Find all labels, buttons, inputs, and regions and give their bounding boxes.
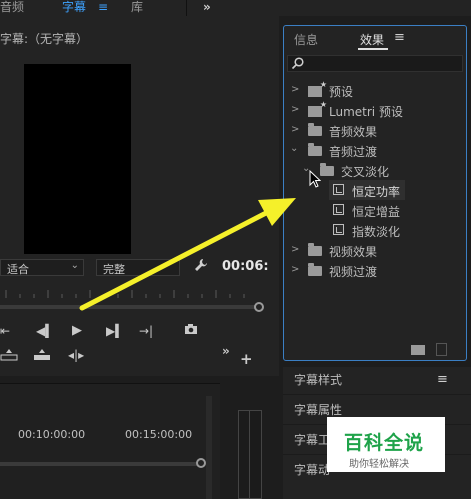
tab-info[interactable]: 信息 — [294, 31, 318, 48]
effects-panel-menu-icon[interactable]: ≡ — [394, 30, 405, 45]
playback-resolution-dropdown[interactable]: 完整 — [96, 259, 180, 276]
new-bin-icon[interactable] — [411, 345, 425, 355]
tree-item-exponential-fade[interactable]: 指数淡化 — [352, 223, 400, 243]
tree-item-video-effects[interactable]: 视频效果 — [329, 243, 377, 263]
wrench-icon[interactable] — [194, 258, 208, 276]
active-tab-indicator — [358, 48, 388, 50]
tree-item-crossfade[interactable]: 交叉淡化 — [341, 163, 389, 183]
folder-icon — [308, 123, 322, 136]
watermark-title: 百科全说 — [344, 432, 425, 454]
tree-item-lumetri-presets[interactable]: Lumetri 预设 — [329, 103, 403, 123]
mouse-cursor-icon — [309, 170, 321, 188]
add-button-icon[interactable]: + — [240, 350, 253, 368]
export-frame-icon[interactable] — [184, 323, 198, 338]
tree-item-constant-power[interactable]: 恒定功率 — [352, 183, 400, 203]
folder-icon — [308, 243, 322, 256]
step-back-icon[interactable]: ◀▍ — [36, 324, 54, 338]
tab-divider — [186, 0, 187, 16]
tree-item-presets[interactable]: 预设 — [329, 83, 353, 103]
zoom-fit-value: 适合 — [7, 263, 29, 276]
trash-icon[interactable] — [436, 343, 447, 356]
preset-folder-icon — [308, 100, 327, 117]
timeline-scrollbar-handle[interactable] — [196, 458, 206, 468]
compare-view-icon[interactable]: ◂|▸ — [68, 348, 84, 362]
tab-effects[interactable]: 效果 — [360, 31, 384, 48]
captions-tab-menu-icon[interactable]: ≡ — [98, 0, 108, 14]
step-forward-icon[interactable]: ▶▍ — [106, 324, 124, 338]
audio-meter-divider — [249, 410, 250, 499]
folder-icon — [320, 163, 334, 176]
folder-icon — [308, 263, 322, 276]
extract-icon[interactable] — [33, 349, 51, 364]
audio-transition-icon — [333, 184, 344, 195]
go-to-in-icon[interactable]: ⇤ — [0, 324, 10, 338]
chevron-down-icon[interactable]: ⌄ — [290, 143, 298, 154]
video-preview — [24, 64, 131, 254]
chevron-right-icon[interactable]: > — [291, 104, 299, 115]
search-icon — [291, 56, 305, 70]
tree-item-audio-effects[interactable]: 音频效果 — [329, 123, 377, 143]
caption-track-label: 字幕:（无字幕） — [0, 32, 89, 46]
panel-tab-bar: 音频 字幕 ≡ 库 » — [0, 0, 471, 16]
timeline-panel — [0, 383, 220, 499]
divider — [283, 394, 471, 395]
audio-transition-icon — [333, 204, 344, 215]
lift-icon[interactable] — [0, 349, 18, 364]
chevron-right-icon[interactable]: > — [291, 84, 299, 95]
tree-item-audio-transitions[interactable]: 音频过渡 — [329, 143, 377, 163]
timeline-ruler-label: 00:10:00:00 — [18, 428, 86, 441]
monitor-scrollbar[interactable] — [0, 305, 258, 309]
more-controls-icon[interactable]: » — [222, 344, 230, 358]
chevron-right-icon[interactable]: > — [291, 244, 299, 255]
tab-audio[interactable]: 音频 — [0, 0, 24, 14]
caption-properties-header[interactable]: 字幕属性 — [294, 401, 342, 418]
timeline-ruler-label: 00:15:00:00 — [125, 428, 193, 441]
monitor-time-ruler — [5, 290, 245, 298]
go-to-out-icon[interactable]: →| — [139, 324, 153, 338]
play-icon[interactable]: ▶ — [72, 323, 82, 338]
playback-resolution-value: 完整 — [103, 263, 125, 276]
caption-tools-header[interactable]: 字幕工 — [294, 431, 330, 448]
more-tabs-icon[interactable]: » — [203, 0, 211, 14]
chevron-right-icon[interactable]: > — [291, 264, 299, 275]
folder-icon — [308, 143, 322, 156]
monitor-scrollbar-handle[interactable] — [254, 302, 264, 312]
caption-style-header[interactable]: 字幕样式 — [294, 371, 342, 388]
tree-item-video-transitions[interactable]: 视频过渡 — [329, 263, 377, 283]
effects-search-input[interactable] — [287, 55, 463, 72]
zoom-fit-dropdown[interactable]: 适合 ⌄ — [0, 259, 84, 276]
chevron-down-icon: ⌄ — [70, 260, 79, 271]
audio-meter — [238, 410, 262, 499]
tab-library[interactable]: 库 — [131, 0, 143, 14]
audio-transition-icon — [333, 224, 344, 235]
timeline-vertical-scrollbar[interactable] — [206, 396, 212, 499]
tab-captions[interactable]: 字幕 — [62, 0, 86, 14]
chevron-right-icon[interactable]: > — [291, 124, 299, 135]
captions-panel-menu-icon[interactable]: ≡ — [437, 372, 448, 387]
preset-folder-icon — [308, 80, 327, 97]
caption-actions-header[interactable]: 字幕动 — [294, 461, 330, 478]
playhead-timecode[interactable]: 00:06: — [222, 259, 269, 274]
timeline-scrollbar[interactable] — [0, 462, 200, 466]
tree-item-constant-gain[interactable]: 恒定增益 — [352, 203, 400, 223]
watermark-subtitle: 助你轻松解决 — [349, 459, 409, 470]
